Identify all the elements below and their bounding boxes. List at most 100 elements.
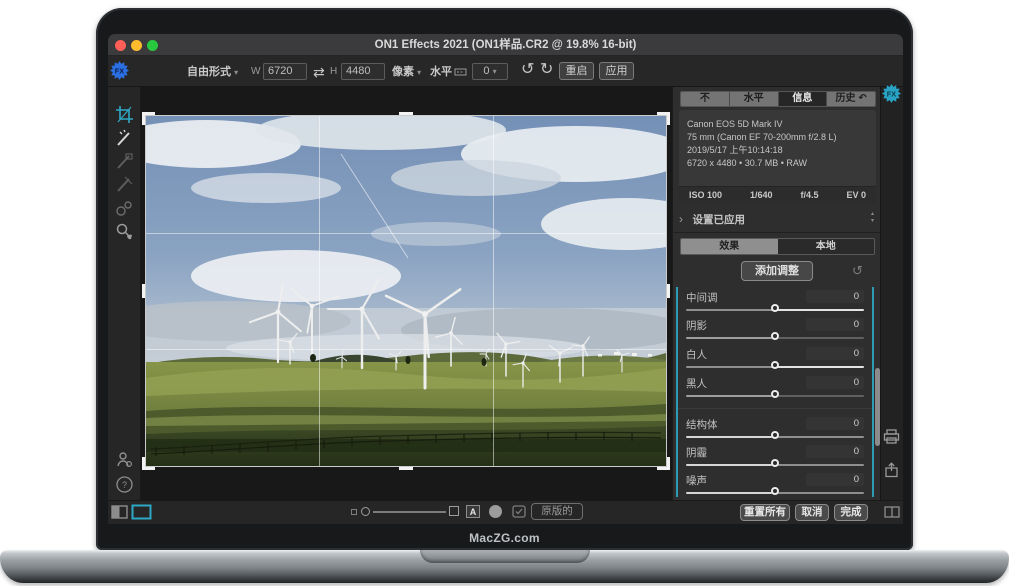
- crop-handle-top-left[interactable]: [142, 112, 155, 125]
- auto-fit-icon[interactable]: A: [466, 505, 480, 518]
- stepper-icon[interactable]: ▴▾: [871, 211, 874, 225]
- restart-button[interactable]: 重启: [559, 62, 594, 80]
- crop-handle-bottom-left[interactable]: [142, 457, 155, 470]
- zoom-pan-tool-icon[interactable]: [115, 222, 134, 241]
- slider-value[interactable]: 0: [806, 318, 864, 331]
- slider-track[interactable]: [686, 366, 864, 368]
- rotate-left-icon[interactable]: ↺: [521, 61, 534, 79]
- slider-handle[interactable]: [771, 390, 779, 398]
- bezel-brand-label: MacZG.com: [96, 527, 913, 549]
- crop-grid-vertical-line: [319, 116, 320, 466]
- compare-view-icon[interactable]: [884, 506, 900, 518]
- zoom-slider-track[interactable]: [373, 511, 446, 513]
- slider-track[interactable]: [686, 309, 864, 311]
- undo-arrow-icon: ↶: [858, 93, 866, 104]
- slider-handle[interactable]: [771, 361, 779, 369]
- panel-divider: [672, 232, 880, 233]
- slider-label: 噪声: [686, 473, 707, 488]
- crop-grid-horizontal-line: [146, 233, 666, 234]
- gradient-mask-tool-icon[interactable]: [115, 175, 134, 194]
- crop-handle-top-right[interactable]: [657, 112, 670, 125]
- preview-circle-icon[interactable]: [489, 505, 502, 518]
- slider-handle[interactable]: [771, 459, 779, 467]
- straighten-level-icon[interactable]: [454, 66, 467, 78]
- chevron-down-icon: ▾: [417, 68, 421, 77]
- chevron-down-icon: ▾: [234, 68, 238, 77]
- iso-value: ISO 100: [689, 187, 722, 203]
- slider-value[interactable]: 0: [806, 347, 864, 360]
- rotate-right-icon[interactable]: ↻: [540, 61, 553, 79]
- reset-adjustments-icon[interactable]: ↺: [852, 263, 863, 279]
- tab-levels[interactable]: 水平: [730, 92, 779, 106]
- tab-effects[interactable]: 效果: [681, 239, 778, 254]
- crop-handle-bottom[interactable]: [399, 467, 413, 470]
- slider-value[interactable]: 0: [806, 473, 864, 486]
- tab-info[interactable]: 信息: [779, 92, 828, 106]
- adjust-brush-tool-icon[interactable]: [115, 129, 134, 148]
- slider-track[interactable]: [686, 337, 864, 339]
- crop-handle-top[interactable]: [399, 112, 413, 115]
- masking-brush-tool-icon[interactable]: [115, 152, 134, 171]
- photo-canvas[interactable]: [146, 116, 666, 466]
- reset-all-button[interactable]: 重置所有: [740, 504, 790, 521]
- slider-track[interactable]: [686, 464, 864, 466]
- panel-tab-bar: 不 水平 信息 历史 ↶: [680, 91, 876, 107]
- angle-select[interactable]: 0 ▾: [472, 63, 508, 80]
- soft-proof-icon[interactable]: [512, 505, 526, 518]
- effects-local-tabs: 效果 本地: [680, 238, 875, 255]
- slider-group-divider: [678, 408, 872, 409]
- shutter-value: 1/640: [750, 187, 773, 203]
- show-original-button[interactable]: 原版的: [531, 503, 583, 520]
- slider-handle[interactable]: [771, 431, 779, 439]
- export-share-icon[interactable]: [884, 462, 899, 478]
- crop-mode-select[interactable]: 自由形式 ▾: [187, 63, 238, 82]
- zoom-in-icon[interactable]: [449, 506, 459, 516]
- aperture-value: f/4.5: [801, 187, 819, 203]
- lens-info: 75 mm (Canon EF 70-200mm f/2.8 L): [679, 131, 876, 144]
- add-adjustment-button[interactable]: 添加调整: [741, 261, 813, 281]
- crop-grid-vertical-line: [493, 116, 494, 466]
- split-view-icon[interactable]: [111, 505, 128, 519]
- tab-navigator[interactable]: 不: [681, 92, 730, 106]
- effects-module-fx-icon[interactable]: FX: [882, 84, 901, 103]
- help-icon[interactable]: ?: [115, 475, 134, 494]
- slider-value[interactable]: 0: [806, 445, 864, 458]
- slider-value[interactable]: 0: [806, 376, 864, 389]
- crop-handle-left[interactable]: [142, 284, 145, 298]
- height-input[interactable]: 4480: [341, 63, 385, 80]
- mask-bug-tool-icon[interactable]: [115, 199, 134, 218]
- print-icon[interactable]: [883, 429, 900, 444]
- user-account-icon[interactable]: [115, 450, 134, 469]
- cancel-button[interactable]: 取消: [795, 504, 829, 521]
- slider-handle[interactable]: [771, 304, 779, 312]
- slider-handle[interactable]: [771, 487, 779, 495]
- slider-track[interactable]: [686, 436, 864, 438]
- crop-tool-icon[interactable]: [115, 105, 134, 124]
- crop-handle-bottom-right[interactable]: [657, 457, 670, 470]
- tab-local[interactable]: 本地: [778, 239, 875, 254]
- single-view-icon[interactable]: [131, 504, 152, 520]
- laptop-mockup: ON1 Effects 2021 (ON1样品.CR2 @ 19.8% 16-b…: [0, 0, 1009, 586]
- slider-value[interactable]: 0: [806, 290, 864, 303]
- unit-select[interactable]: 像素 ▾: [392, 63, 421, 82]
- disclosure-chevron-icon: ›: [679, 212, 683, 226]
- capture-datetime: 2019/5/17 上午10:14:18: [679, 144, 876, 157]
- slider-track[interactable]: [686, 395, 864, 397]
- settings-applied-row[interactable]: › 设置已应用 ▴▾: [679, 210, 876, 228]
- slider-label: 黑人: [686, 376, 707, 391]
- height-label: H: [330, 63, 337, 81]
- width-input[interactable]: 6720: [263, 63, 307, 80]
- slider-track[interactable]: [686, 492, 864, 494]
- tool-sidebar: [108, 87, 141, 500]
- zoom-slider-handle[interactable]: [361, 507, 370, 516]
- apply-button[interactable]: 应用: [599, 62, 634, 80]
- crop-handle-right[interactable]: [667, 284, 670, 298]
- done-button[interactable]: 完成: [834, 504, 868, 521]
- tab-history[interactable]: 历史 ↶: [827, 92, 875, 106]
- slider-value[interactable]: 0: [806, 417, 864, 430]
- slider-row-structure: 结构体 0: [686, 417, 864, 445]
- zoom-out-icon[interactable]: [351, 509, 357, 515]
- svg-text:?: ?: [122, 480, 127, 490]
- swap-dimensions-icon[interactable]: ⇄: [313, 63, 325, 81]
- slider-handle[interactable]: [771, 332, 779, 340]
